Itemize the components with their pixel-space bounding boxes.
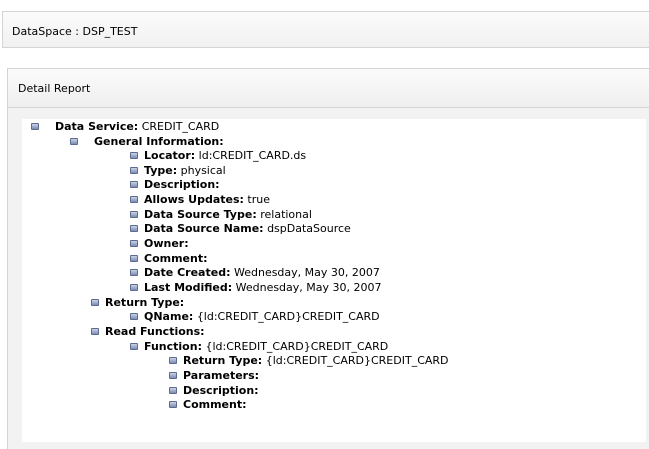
bullet-icon: [169, 357, 177, 364]
tree-node-general-information: General Information:: [70, 135, 224, 148]
tree-node-qname: QName: {ld:CREDIT_CARD}CREDIT_CARD: [130, 310, 380, 323]
bullet-icon: [130, 313, 138, 320]
bullet-icon: [130, 225, 138, 232]
bullet-icon: [130, 343, 138, 350]
bullet-icon: [130, 152, 138, 159]
report-tree: Data Service: CREDIT_CARD General Inform…: [22, 119, 646, 442]
tree-node-function-comment: Comment:: [169, 398, 247, 411]
detail-report-header: Detail Report: [8, 69, 649, 108]
dataspace-title: DataSpace : DSP_TEST: [12, 25, 138, 38]
bullet-icon: [169, 401, 177, 408]
bullet-icon: [169, 372, 177, 379]
tree-node-return-type: Return Type:: [91, 296, 184, 309]
tree-node-data-service: Data Service: CREDIT_CARD: [31, 120, 219, 133]
tree-node-read-functions: Read Functions:: [91, 325, 205, 338]
dataspace-header: DataSpace : DSP_TEST: [2, 11, 649, 48]
bullet-icon: [130, 284, 138, 291]
bullet-icon: [130, 196, 138, 203]
bullet-icon: [130, 181, 138, 188]
bullet-icon: [130, 211, 138, 218]
tree-node-date-created: Date Created: Wednesday, May 30, 2007: [130, 266, 380, 279]
tree-node-function: Function: {ld:CREDIT_CARD}CREDIT_CARD: [130, 340, 388, 353]
bullet-icon: [130, 240, 138, 247]
tree-node-allows-updates: Allows Updates: true: [130, 193, 270, 206]
tree-node-function-parameters: Parameters:: [169, 369, 259, 382]
tree-node-description: Description:: [130, 178, 220, 191]
bullet-icon: [31, 123, 39, 130]
detail-report-panel: Detail Report Data Service: CREDIT_CARD …: [7, 68, 649, 449]
tree-node-last-modified: Last Modified: Wednesday, May 30, 2007: [130, 281, 382, 294]
bullet-icon: [130, 269, 138, 276]
detail-report-title: Detail Report: [18, 82, 91, 95]
tree-node-data-source-type: Data Source Type: relational: [130, 208, 312, 221]
tree-node-data-source-name: Data Source Name: dspDataSource: [130, 222, 351, 235]
bullet-icon: [70, 138, 78, 145]
tree-node-type: Type: physical: [130, 164, 226, 177]
bullet-icon: [169, 387, 177, 394]
tree-node-function-return-type: Return Type: {ld:CREDIT_CARD}CREDIT_CARD: [169, 354, 449, 367]
bullet-icon: [130, 167, 138, 174]
tree-node-function-description: Description:: [169, 384, 259, 397]
bullet-icon: [91, 299, 99, 306]
bullet-icon: [130, 255, 138, 262]
tree-node-owner: Owner:: [130, 237, 189, 250]
bullet-icon: [91, 328, 99, 335]
tree-node-comment: Comment:: [130, 252, 208, 265]
tree-node-locator: Locator: ld:CREDIT_CARD.ds: [130, 149, 306, 162]
